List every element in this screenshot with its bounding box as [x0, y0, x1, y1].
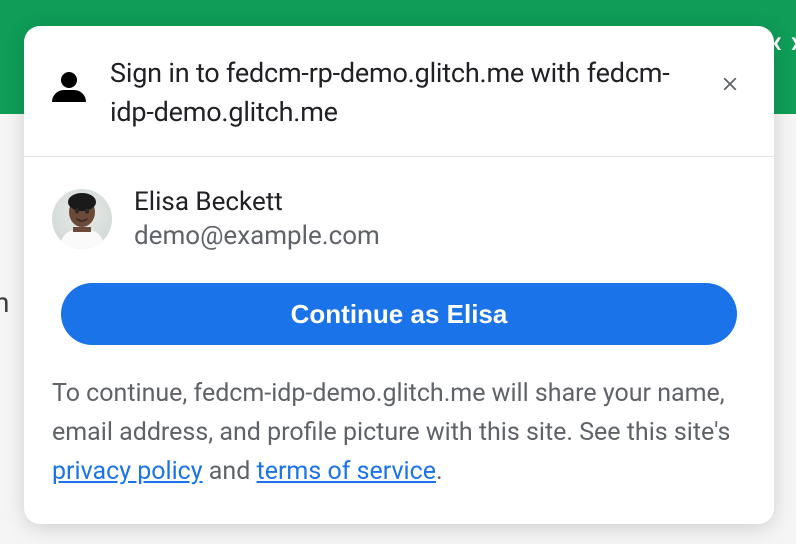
- background-glyph: ›: [790, 22, 796, 60]
- account-name: Elisa Beckett: [134, 187, 380, 217]
- privacy-policy-link[interactable]: privacy policy: [52, 457, 203, 486]
- account-row[interactable]: Elisa Beckett demo@example.com: [52, 187, 746, 251]
- close-button[interactable]: [714, 68, 746, 100]
- dialog-header: Sign in to fedcm-rp-demo.glitch.me with …: [24, 26, 774, 157]
- disclosure-text: To continue, fedcm-idp-demo.glitch.me wi…: [52, 375, 746, 491]
- terms-of-service-link[interactable]: terms of service: [257, 457, 436, 486]
- dialog-title: Sign in to fedcm-rp-demo.glitch.me with …: [110, 54, 690, 132]
- avatar: [52, 189, 112, 249]
- account-info: Elisa Beckett demo@example.com: [134, 187, 380, 251]
- disclosure-middle: and: [203, 457, 257, 486]
- disclosure-prefix: To continue, fedcm-idp-demo.glitch.me wi…: [52, 379, 730, 447]
- background-glyph: n: [0, 286, 9, 319]
- fedcm-signin-dialog: Sign in to fedcm-rp-demo.glitch.me with …: [24, 26, 774, 524]
- continue-button[interactable]: Continue as Elisa: [61, 283, 737, 345]
- close-icon: [719, 73, 741, 95]
- disclosure-suffix: .: [436, 457, 443, 486]
- account-email: demo@example.com: [134, 221, 380, 251]
- person-icon: [52, 72, 86, 102]
- dialog-body: Elisa Beckett demo@example.com Continue …: [24, 157, 774, 523]
